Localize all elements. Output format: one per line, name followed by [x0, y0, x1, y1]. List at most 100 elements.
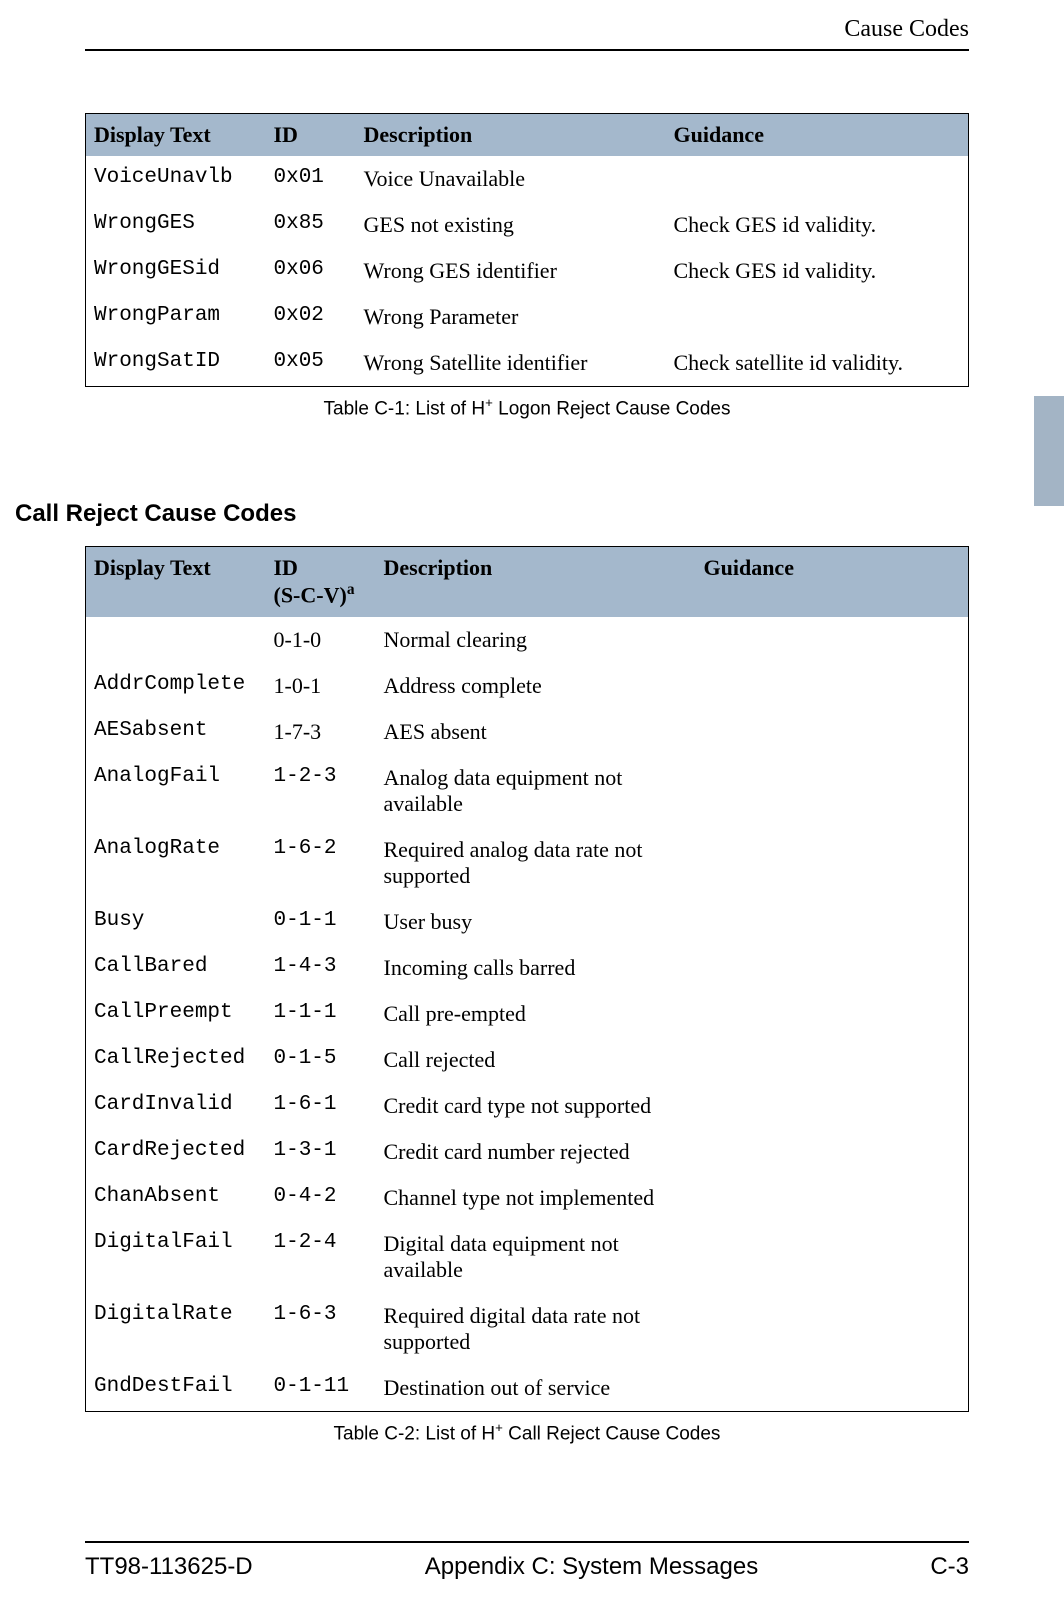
cell-id: 1-6-3: [266, 1293, 376, 1365]
table-row: WrongGES0x85GES not existingCheck GES id…: [86, 202, 969, 248]
caption-text: Table C-1: List of H: [324, 398, 486, 419]
cell-id: 0x01: [266, 156, 356, 202]
cell-description: Destination out of service: [376, 1365, 696, 1412]
table-row: AddrComplete1-0-1Address complete: [86, 663, 969, 709]
table-row: DigitalFail1-2-4Digital data equipment n…: [86, 1221, 969, 1293]
cell-display-text: Busy: [86, 899, 266, 945]
page-header: Cause Codes: [85, 16, 969, 51]
cell-description: GES not existing: [356, 202, 666, 248]
col-description: Description: [376, 547, 696, 617]
cell-display-text: WrongParam: [86, 294, 266, 340]
cell-description: Call pre-empted: [376, 991, 696, 1037]
cell-description: Required analog data rate not supported: [376, 827, 696, 899]
cell-id: 1-2-3: [266, 755, 376, 827]
logon-reject-table: Display Text ID Description Guidance Voi…: [85, 113, 969, 387]
table-row: AESabsent1-7-3AES absent: [86, 709, 969, 755]
col-id-line2: (S-C-V): [274, 583, 347, 608]
cell-display-text: CardInvalid: [86, 1083, 266, 1129]
col-display-text: Display Text: [86, 114, 266, 157]
cell-id: 0-1-1: [266, 899, 376, 945]
cell-display-text: CallRejected: [86, 1037, 266, 1083]
cell-description: Credit card number rejected: [376, 1129, 696, 1175]
table-row: AnalogFail1-2-3Analog data equipment not…: [86, 755, 969, 827]
cell-display-text: AddrComplete: [86, 663, 266, 709]
cell-display-text: CallBared: [86, 945, 266, 991]
cell-description: Incoming calls barred: [376, 945, 696, 991]
table-row: CallBared1-4-3Incoming calls barred: [86, 945, 969, 991]
cell-display-text: WrongSatID: [86, 340, 266, 387]
cell-guidance: [696, 1037, 969, 1083]
table-row: VoiceUnavlb0x01Voice Unavailable: [86, 156, 969, 202]
table-row: Busy0-1-1User busy: [86, 899, 969, 945]
cell-description: Normal clearing: [376, 617, 696, 663]
cell-id: 0-1-0: [266, 617, 376, 663]
table-row: 0-1-0Normal clearing: [86, 617, 969, 663]
cell-id: 1-7-3: [266, 709, 376, 755]
cell-description: Voice Unavailable: [356, 156, 666, 202]
cell-id: 0x02: [266, 294, 356, 340]
col-id-sup: a: [347, 581, 355, 598]
table-header-row: Display Text ID (S-C-V)a Description Gui…: [86, 547, 969, 617]
cell-display-text: VoiceUnavlb: [86, 156, 266, 202]
cell-guidance: [696, 709, 969, 755]
table-row: WrongSatID0x05Wrong Satellite identifier…: [86, 340, 969, 387]
cell-guidance: [696, 1365, 969, 1412]
cell-description: Address complete: [376, 663, 696, 709]
col-guidance: Guidance: [696, 547, 969, 617]
cell-display-text: CardRejected: [86, 1129, 266, 1175]
cell-description: Analog data equipment not available: [376, 755, 696, 827]
cell-id: 1-2-4: [266, 1221, 376, 1293]
cell-description: Wrong GES identifier: [356, 248, 666, 294]
table-row: GndDestFail0-1-11Destination out of serv…: [86, 1365, 969, 1412]
cell-display-text: ChanAbsent: [86, 1175, 266, 1221]
cell-id: 0x06: [266, 248, 356, 294]
caption-text: Call Reject Cause Codes: [503, 1423, 721, 1444]
table1-caption: Table C-1: List of H+ Logon Reject Cause…: [85, 395, 969, 420]
cell-guidance: [666, 156, 969, 202]
table-header-row: Display Text ID Description Guidance: [86, 114, 969, 157]
cell-description: User busy: [376, 899, 696, 945]
table-row: CardRejected1-3-1Credit card number reje…: [86, 1129, 969, 1175]
cell-description: Wrong Satellite identifier: [356, 340, 666, 387]
caption-text: Logon Reject Cause Codes: [493, 398, 731, 419]
cell-description: Credit card type not supported: [376, 1083, 696, 1129]
cell-id: 0x85: [266, 202, 356, 248]
cell-id: 1-6-2: [266, 827, 376, 899]
cell-id: 0-1-5: [266, 1037, 376, 1083]
cell-display-text: DigitalRate: [86, 1293, 266, 1365]
col-description: Description: [356, 114, 666, 157]
table-row: WrongGESid0x06Wrong GES identifierCheck …: [86, 248, 969, 294]
footer-rule: [85, 1541, 969, 1543]
cell-display-text: WrongGES: [86, 202, 266, 248]
cell-guidance: [696, 617, 969, 663]
cell-guidance: Check satellite id validity.: [666, 340, 969, 387]
col-id-line1: ID: [274, 555, 298, 580]
caption-sup: +: [495, 1420, 503, 1435]
cell-description: Call rejected: [376, 1037, 696, 1083]
col-id-scv: ID (S-C-V)a: [266, 547, 376, 617]
footer-doc-id: TT98-113625-D: [85, 1553, 253, 1581]
cell-display-text: AnalogFail: [86, 755, 266, 827]
cell-id: 1-1-1: [266, 991, 376, 1037]
cell-guidance: [696, 1221, 969, 1293]
cell-guidance: [696, 827, 969, 899]
cell-id: 1-4-3: [266, 945, 376, 991]
cell-description: Digital data equipment not available: [376, 1221, 696, 1293]
cell-guidance: [696, 1293, 969, 1365]
cell-guidance: [696, 899, 969, 945]
section-heading-call-reject: Call Reject Cause Codes: [15, 500, 969, 528]
cell-guidance: [666, 294, 969, 340]
table-row: ChanAbsent0-4-2Channel type not implemen…: [86, 1175, 969, 1221]
cell-guidance: [696, 1175, 969, 1221]
table-row: CardInvalid1-6-1Credit card type not sup…: [86, 1083, 969, 1129]
cell-guidance: [696, 991, 969, 1037]
footer-appendix: Appendix C: System Messages: [253, 1553, 931, 1581]
cell-display-text: CallPreempt: [86, 991, 266, 1037]
cell-id: 1-6-1: [266, 1083, 376, 1129]
cell-id: 0x05: [266, 340, 356, 387]
cell-description: Required digital data rate not supported: [376, 1293, 696, 1365]
cell-guidance: [696, 1083, 969, 1129]
caption-sup: +: [485, 395, 493, 410]
cell-guidance: Check GES id validity.: [666, 248, 969, 294]
cell-display-text: DigitalFail: [86, 1221, 266, 1293]
